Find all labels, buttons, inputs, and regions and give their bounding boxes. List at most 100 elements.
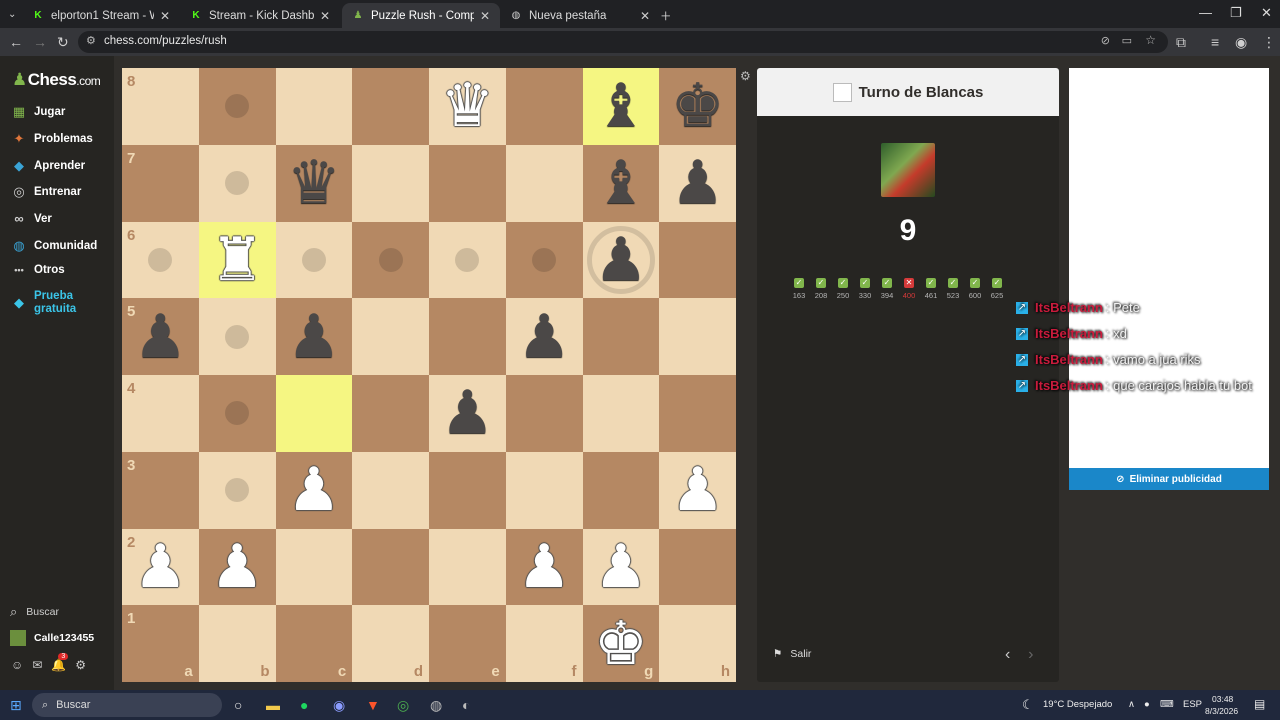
square-h2[interactable]: [659, 528, 736, 606]
windows-start-icon[interactable]: ⊞: [10, 697, 22, 714]
chat-username: ItsBeltrann: [1035, 300, 1103, 315]
square-e1[interactable]: e: [429, 605, 506, 682]
square-f2[interactable]: ♟: [505, 528, 583, 606]
weather-icon: ☾: [1022, 697, 1034, 712]
spotify-icon[interactable]: ●: [300, 697, 308, 713]
exit-button[interactable]: ⚑ Salir: [773, 648, 811, 660]
move-hint-dot[interactable]: [225, 478, 250, 503]
brave-icon[interactable]: ▼: [366, 697, 380, 713]
language-indicator[interactable]: ESP: [1183, 699, 1202, 710]
chat-text: : xd: [1105, 326, 1127, 341]
square-h1[interactable]: h: [659, 605, 736, 682]
username: Calle123455: [34, 632, 95, 644]
clock-date[interactable]: 8/3/2026: [1205, 706, 1238, 716]
square-c3[interactable]: ♟: [275, 451, 353, 529]
file-label: a: [184, 663, 193, 680]
weather-text[interactable]: 19°C Despejado: [1043, 699, 1112, 710]
taskbar-search[interactable]: ⌕ Buscar: [32, 693, 222, 717]
white-pawn-icon[interactable]: ♟: [287, 460, 341, 520]
kick-badge-icon: ↗: [1016, 327, 1028, 340]
file-label: b: [260, 663, 270, 680]
stream-chat-overlay: ↗ ItsBeltrann: Pete ↗ ItsBeltrann: xd ↗ ItsBe…: [0, 0, 1270, 400]
square-f1[interactable]: f: [505, 605, 583, 682]
move-hint-dot[interactable]: [225, 401, 250, 426]
square-g1[interactable]: g ♚: [582, 605, 660, 682]
ban-icon: ⊘: [1116, 473, 1125, 485]
taskbar-search-icon: ⌕: [42, 698, 49, 711]
kick-badge-icon: ↗: [1016, 301, 1028, 314]
file-label: h: [720, 663, 730, 680]
chat-message: ↗ ItsBeltrann: que carajos habla tu bot: [1016, 378, 1252, 393]
obs-icon[interactable]: ◍: [430, 697, 442, 714]
chat-username: ItsBeltrann: [1035, 326, 1103, 341]
notif-badge: 3: [58, 653, 69, 660]
sidebar-search[interactable]: ⌕ Buscar: [10, 604, 59, 620]
square-b3[interactable]: [198, 451, 276, 529]
user-avatar: [10, 630, 26, 646]
square-a3[interactable]: 3: [122, 451, 199, 529]
search-icon: ⌕: [10, 604, 18, 619]
chat-message: ↗ ItsBeltrann: xd: [1016, 326, 1127, 341]
settings-icon[interactable]: ⚙: [75, 658, 86, 672]
square-d2[interactable]: [352, 528, 429, 606]
flag-icon: ⚑: [773, 648, 783, 660]
square-b1[interactable]: b: [198, 605, 276, 682]
square-b2[interactable]: ♟: [198, 528, 276, 606]
remove-ads-label: Eliminar publicidad: [1129, 473, 1222, 485]
file-label: e: [491, 663, 500, 680]
file-explorer-icon[interactable]: ▬: [266, 697, 280, 713]
square-g2[interactable]: ♟: [582, 528, 660, 606]
white-pawn-icon[interactable]: ♟: [210, 537, 264, 597]
file-label: c: [337, 663, 347, 680]
square-c2[interactable]: [275, 528, 353, 606]
keyboard-icon[interactable]: ⌨: [1160, 699, 1174, 710]
remove-ads-button[interactable]: ⊘ Eliminar publicidad: [1069, 468, 1269, 490]
kick-badge-icon: ↗: [1016, 353, 1028, 366]
square-g3[interactable]: [582, 451, 660, 529]
white-pawn-icon[interactable]: ♟: [594, 537, 648, 597]
white-pawn-icon[interactable]: ♟: [133, 537, 187, 597]
square-a1[interactable]: 1a: [122, 605, 199, 682]
kick-badge-icon: ↗: [1016, 379, 1028, 392]
chat-message: ↗ ItsBeltrann: vamo a jua riks: [1016, 352, 1201, 367]
square-f3[interactable]: [505, 451, 583, 529]
white-king-icon[interactable]: ♚: [594, 614, 648, 674]
square-d1[interactable]: d: [352, 605, 429, 682]
exit-label: Salir: [790, 648, 812, 660]
app-icon[interactable]: ◐: [462, 697, 470, 713]
tray-up-icon[interactable]: ∧: [1128, 699, 1135, 710]
notifications-icon[interactable]: 🔔 3: [51, 653, 69, 672]
chat-username: ItsBeltrann: [1035, 378, 1103, 393]
messages-icon[interactable]: ✉: [32, 658, 42, 672]
chrome-icon[interactable]: ◎: [397, 697, 409, 714]
mic-icon[interactable]: ●: [1144, 699, 1150, 710]
clock-time[interactable]: 03:48: [1212, 694, 1233, 704]
notification-center-icon[interactable]: ▤: [1254, 697, 1265, 711]
rank-label: 3: [127, 456, 136, 474]
rank-label: 2: [127, 533, 136, 551]
square-d3[interactable]: [352, 451, 429, 529]
discord-icon[interactable]: ◉: [333, 697, 345, 714]
file-label: g: [644, 663, 654, 680]
square-h3[interactable]: ♟: [659, 451, 736, 529]
square-e3[interactable]: [429, 451, 506, 529]
windows-taskbar: ⊞ ⌕ Buscar ○ ▬ ● ◉ ▼ ◎ ◍ ◐ ☾ 19°C Despeja…: [0, 690, 1280, 720]
sidebar-search-label: Buscar: [26, 606, 59, 618]
white-pawn-icon[interactable]: ♟: [517, 537, 571, 597]
rank-label: 1: [127, 610, 136, 628]
file-label: f: [571, 663, 577, 680]
friends-icon[interactable]: ☺: [11, 658, 23, 672]
white-pawn-icon[interactable]: ♟: [671, 460, 725, 520]
next-arrow-icon[interactable]: ›: [1028, 646, 1033, 663]
chat-text: : que carajos habla tu bot: [1105, 378, 1252, 393]
chat-username: ItsBeltrann: [1035, 352, 1103, 367]
taskbar-search-label: Buscar: [56, 699, 91, 711]
square-a2[interactable]: 2 ♟: [122, 528, 199, 606]
chat-text: : Pete: [1105, 300, 1140, 315]
square-c1[interactable]: c: [275, 605, 353, 682]
file-label: d: [413, 663, 423, 680]
sidebar-user[interactable]: Calle123455: [10, 630, 94, 646]
task-view-icon[interactable]: ○: [234, 697, 242, 713]
square-e2[interactable]: [429, 528, 506, 606]
prev-arrow-icon[interactable]: ‹: [1005, 646, 1010, 663]
